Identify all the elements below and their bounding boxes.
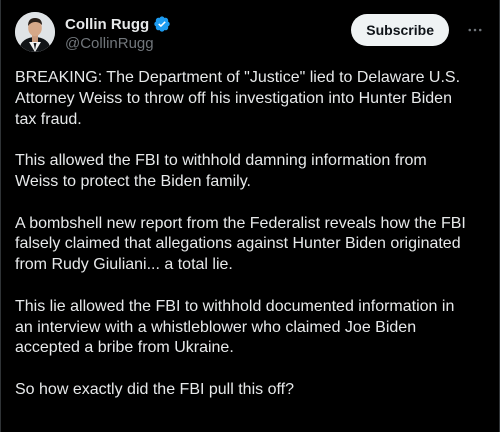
author-handle[interactable]: @CollinRugg — [65, 35, 171, 52]
tweet-paragraph: This allowed the FBI to withhold damning… — [15, 152, 427, 190]
verified-badge-icon[interactable] — [153, 15, 171, 33]
author-identity[interactable]: Collin Rugg @CollinRugg — [65, 14, 171, 52]
tweet-card: Collin Rugg @CollinRugg Subscribe BREAKI… — [0, 0, 500, 432]
tweet-paragraph: A bombshell new report from the Federali… — [15, 214, 466, 274]
avatar-image — [15, 12, 55, 52]
name-row: Collin Rugg — [65, 14, 171, 34]
tweet-header: Collin Rugg @CollinRugg Subscribe — [15, 12, 487, 56]
tweet-paragraph: So how exactly did the FBI pull this off… — [15, 380, 294, 398]
author-display-name[interactable]: Collin Rugg — [65, 16, 149, 33]
tweet-text: BREAKING: The Department of "Justice" li… — [15, 68, 487, 401]
subscribe-button[interactable]: Subscribe — [351, 14, 449, 46]
tweet-paragraph: BREAKING: The Department of "Justice" li… — [15, 69, 461, 128]
avatar[interactable] — [15, 12, 55, 52]
tweet-paragraph: This lie allowed the FBI to withhold doc… — [15, 297, 455, 357]
more-options-icon[interactable] — [463, 18, 487, 42]
